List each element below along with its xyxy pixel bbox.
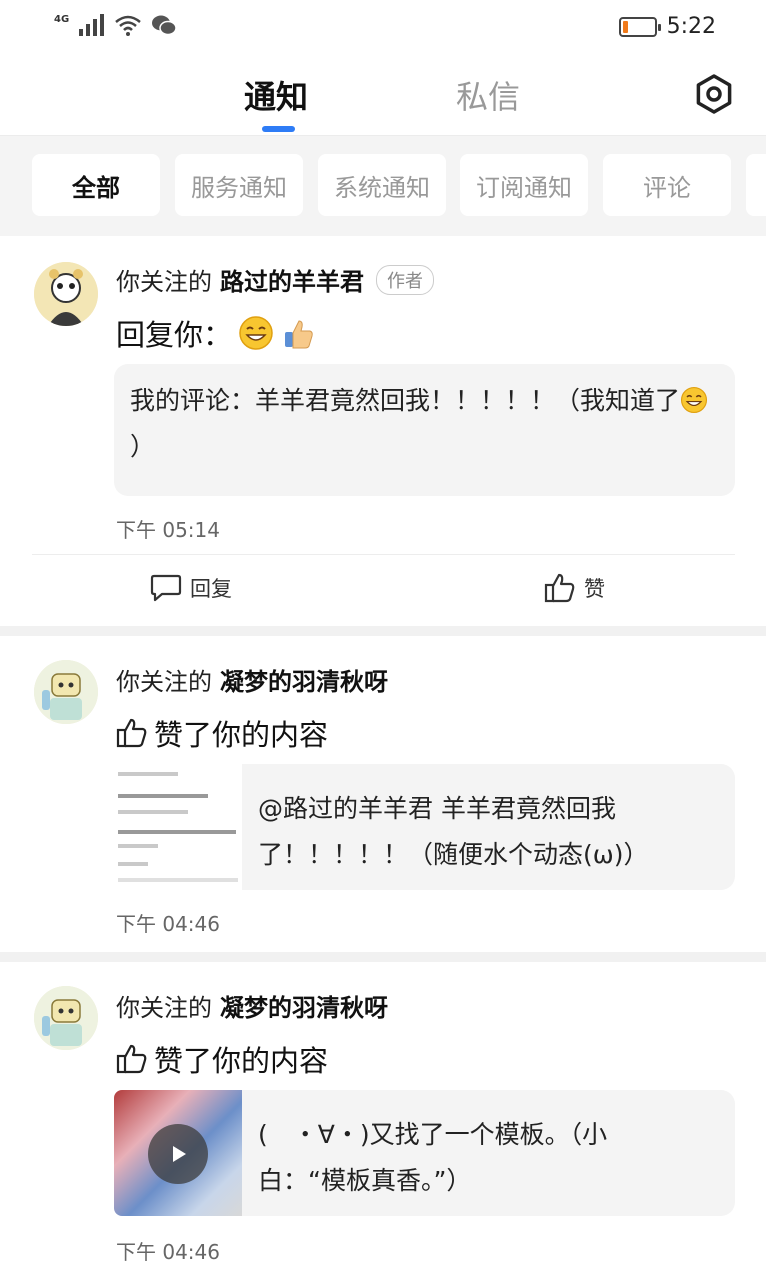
settings-icon bbox=[696, 74, 732, 114]
wechat-icon bbox=[152, 15, 177, 36]
wifi-icon bbox=[115, 15, 141, 36]
source-prefix: 你关注的 bbox=[116, 668, 212, 696]
action-text: 回复你： bbox=[116, 318, 233, 352]
notification-source: 你关注的 路过的羊羊君 作者 bbox=[116, 262, 434, 297]
like-label: 赞 bbox=[584, 577, 605, 601]
avatar-image bbox=[34, 986, 98, 1050]
username[interactable]: 凝梦的羽清秋呀 bbox=[220, 988, 388, 1023]
filter-service[interactable]: 服务通知 bbox=[175, 154, 303, 216]
like-button[interactable]: 赞 bbox=[544, 572, 605, 604]
quoted-content-text: ( ・∀・)又找了一个模板。（小白：“模板真香。”） bbox=[258, 1120, 608, 1195]
thumbs-up-icon bbox=[116, 1044, 147, 1074]
filter-all[interactable]: 全部 bbox=[32, 154, 160, 216]
play-icon[interactable] bbox=[148, 1124, 208, 1184]
battery-level bbox=[622, 20, 628, 33]
filter-comments[interactable]: 评论 bbox=[603, 154, 731, 216]
grin-emoji-icon bbox=[680, 386, 708, 414]
status-bar: 4G 5:22 bbox=[0, 0, 766, 52]
timestamp: 下午 04:46 bbox=[116, 912, 220, 936]
top-navigation: 通知 私信 bbox=[0, 52, 766, 136]
tab-notifications[interactable]: 通知 bbox=[244, 72, 308, 118]
network-type: 4G bbox=[54, 13, 70, 25]
quoted-content[interactable]: ( ・∀・)又找了一个模板。（小白：“模板真香。”） bbox=[114, 1090, 735, 1216]
quote-body: 我的评论：羊羊君竟然回我！！！！！（我知道了 bbox=[130, 386, 681, 415]
action-text: 赞了你的内容 bbox=[154, 718, 329, 752]
username[interactable]: 凝梦的羽清秋呀 bbox=[220, 662, 388, 697]
battery-icon bbox=[618, 16, 661, 37]
card-separator bbox=[0, 952, 766, 962]
timestamp: 下午 04:46 bbox=[116, 1240, 220, 1264]
reply-label: 回复 bbox=[190, 577, 232, 601]
thumbs-up-icon bbox=[544, 573, 575, 603]
avatar[interactable] bbox=[34, 986, 98, 1050]
filter-bar: 全部 服务通知 系统通知 订阅通知 评论 bbox=[0, 136, 766, 236]
quoted-content[interactable]: @路过的羊羊君 羊羊君竟然回我了！！！！！（随便水个动态(ω)） bbox=[114, 764, 735, 890]
timestamp: 下午 05:14 bbox=[116, 518, 220, 542]
filter-system[interactable]: 系统通知 bbox=[318, 154, 446, 216]
quoted-comment[interactable]: 我的评论：羊羊君竟然回我！！！！！（我知道了 ） bbox=[114, 364, 735, 496]
username[interactable]: 路过的羊羊君 bbox=[220, 262, 364, 297]
quoted-comment-text: 我的评论：羊羊君竟然回我！！！！！（我知道了 ） bbox=[114, 364, 735, 470]
action-text: 赞了你的内容 bbox=[154, 1044, 329, 1078]
filter-more[interactable] bbox=[746, 154, 766, 216]
divider bbox=[32, 554, 735, 555]
reply-button[interactable]: 回复 bbox=[150, 573, 232, 603]
tab-messages[interactable]: 私信 bbox=[456, 72, 520, 118]
card-separator bbox=[0, 626, 766, 636]
signal-icon bbox=[79, 14, 105, 36]
avatar[interactable] bbox=[34, 660, 98, 724]
notification-card: 你关注的 凝梦的羽清秋呀 赞了你的内容 ( ・∀・)又找了一个模板。（小白：“模… bbox=[0, 962, 766, 1280]
notification-action: 回复你： bbox=[116, 312, 316, 354]
notification-card: 你关注的 凝梦的羽清秋呀 赞了你的内容 @路过的羊羊君 羊羊君竟然回我了！！！！… bbox=[0, 636, 766, 952]
quote-end: ） bbox=[130, 432, 156, 461]
active-tab-indicator bbox=[262, 126, 295, 132]
quoted-content-text: @路过的羊羊君 羊羊君竟然回我了！！！！！（随便水个动态(ω)） bbox=[258, 794, 649, 869]
avatar-image bbox=[34, 660, 98, 724]
grin-emoji-icon bbox=[239, 316, 273, 350]
avatar[interactable] bbox=[34, 262, 98, 326]
thumbs-up-emoji-icon bbox=[285, 320, 313, 349]
status-icons-right: 5:22 bbox=[618, 14, 716, 39]
notification-action: 赞了你的内容 bbox=[116, 1038, 328, 1080]
filter-subscription[interactable]: 订阅通知 bbox=[460, 154, 588, 216]
author-tag: 作者 bbox=[376, 264, 434, 295]
video-thumbnail[interactable] bbox=[114, 1090, 242, 1216]
notification-card: 你关注的 路过的羊羊君 作者 回复你： 我的评论：羊羊君竟然回我！！！！！（我知… bbox=[0, 236, 766, 626]
content-thumbnail bbox=[114, 764, 242, 890]
thumbs-up-icon bbox=[116, 718, 147, 748]
notification-source: 你关注的 凝梦的羽清秋呀 bbox=[116, 988, 388, 1023]
status-icons-left: 4G bbox=[54, 14, 177, 36]
avatar-image bbox=[34, 262, 98, 326]
source-prefix: 你关注的 bbox=[116, 994, 212, 1022]
notification-action: 赞了你的内容 bbox=[116, 712, 328, 754]
clock: 5:22 bbox=[666, 14, 716, 39]
settings-button[interactable] bbox=[692, 72, 736, 116]
source-prefix: 你关注的 bbox=[116, 268, 212, 296]
notification-source: 你关注的 凝梦的羽清秋呀 bbox=[116, 662, 388, 697]
comment-icon bbox=[150, 574, 182, 602]
